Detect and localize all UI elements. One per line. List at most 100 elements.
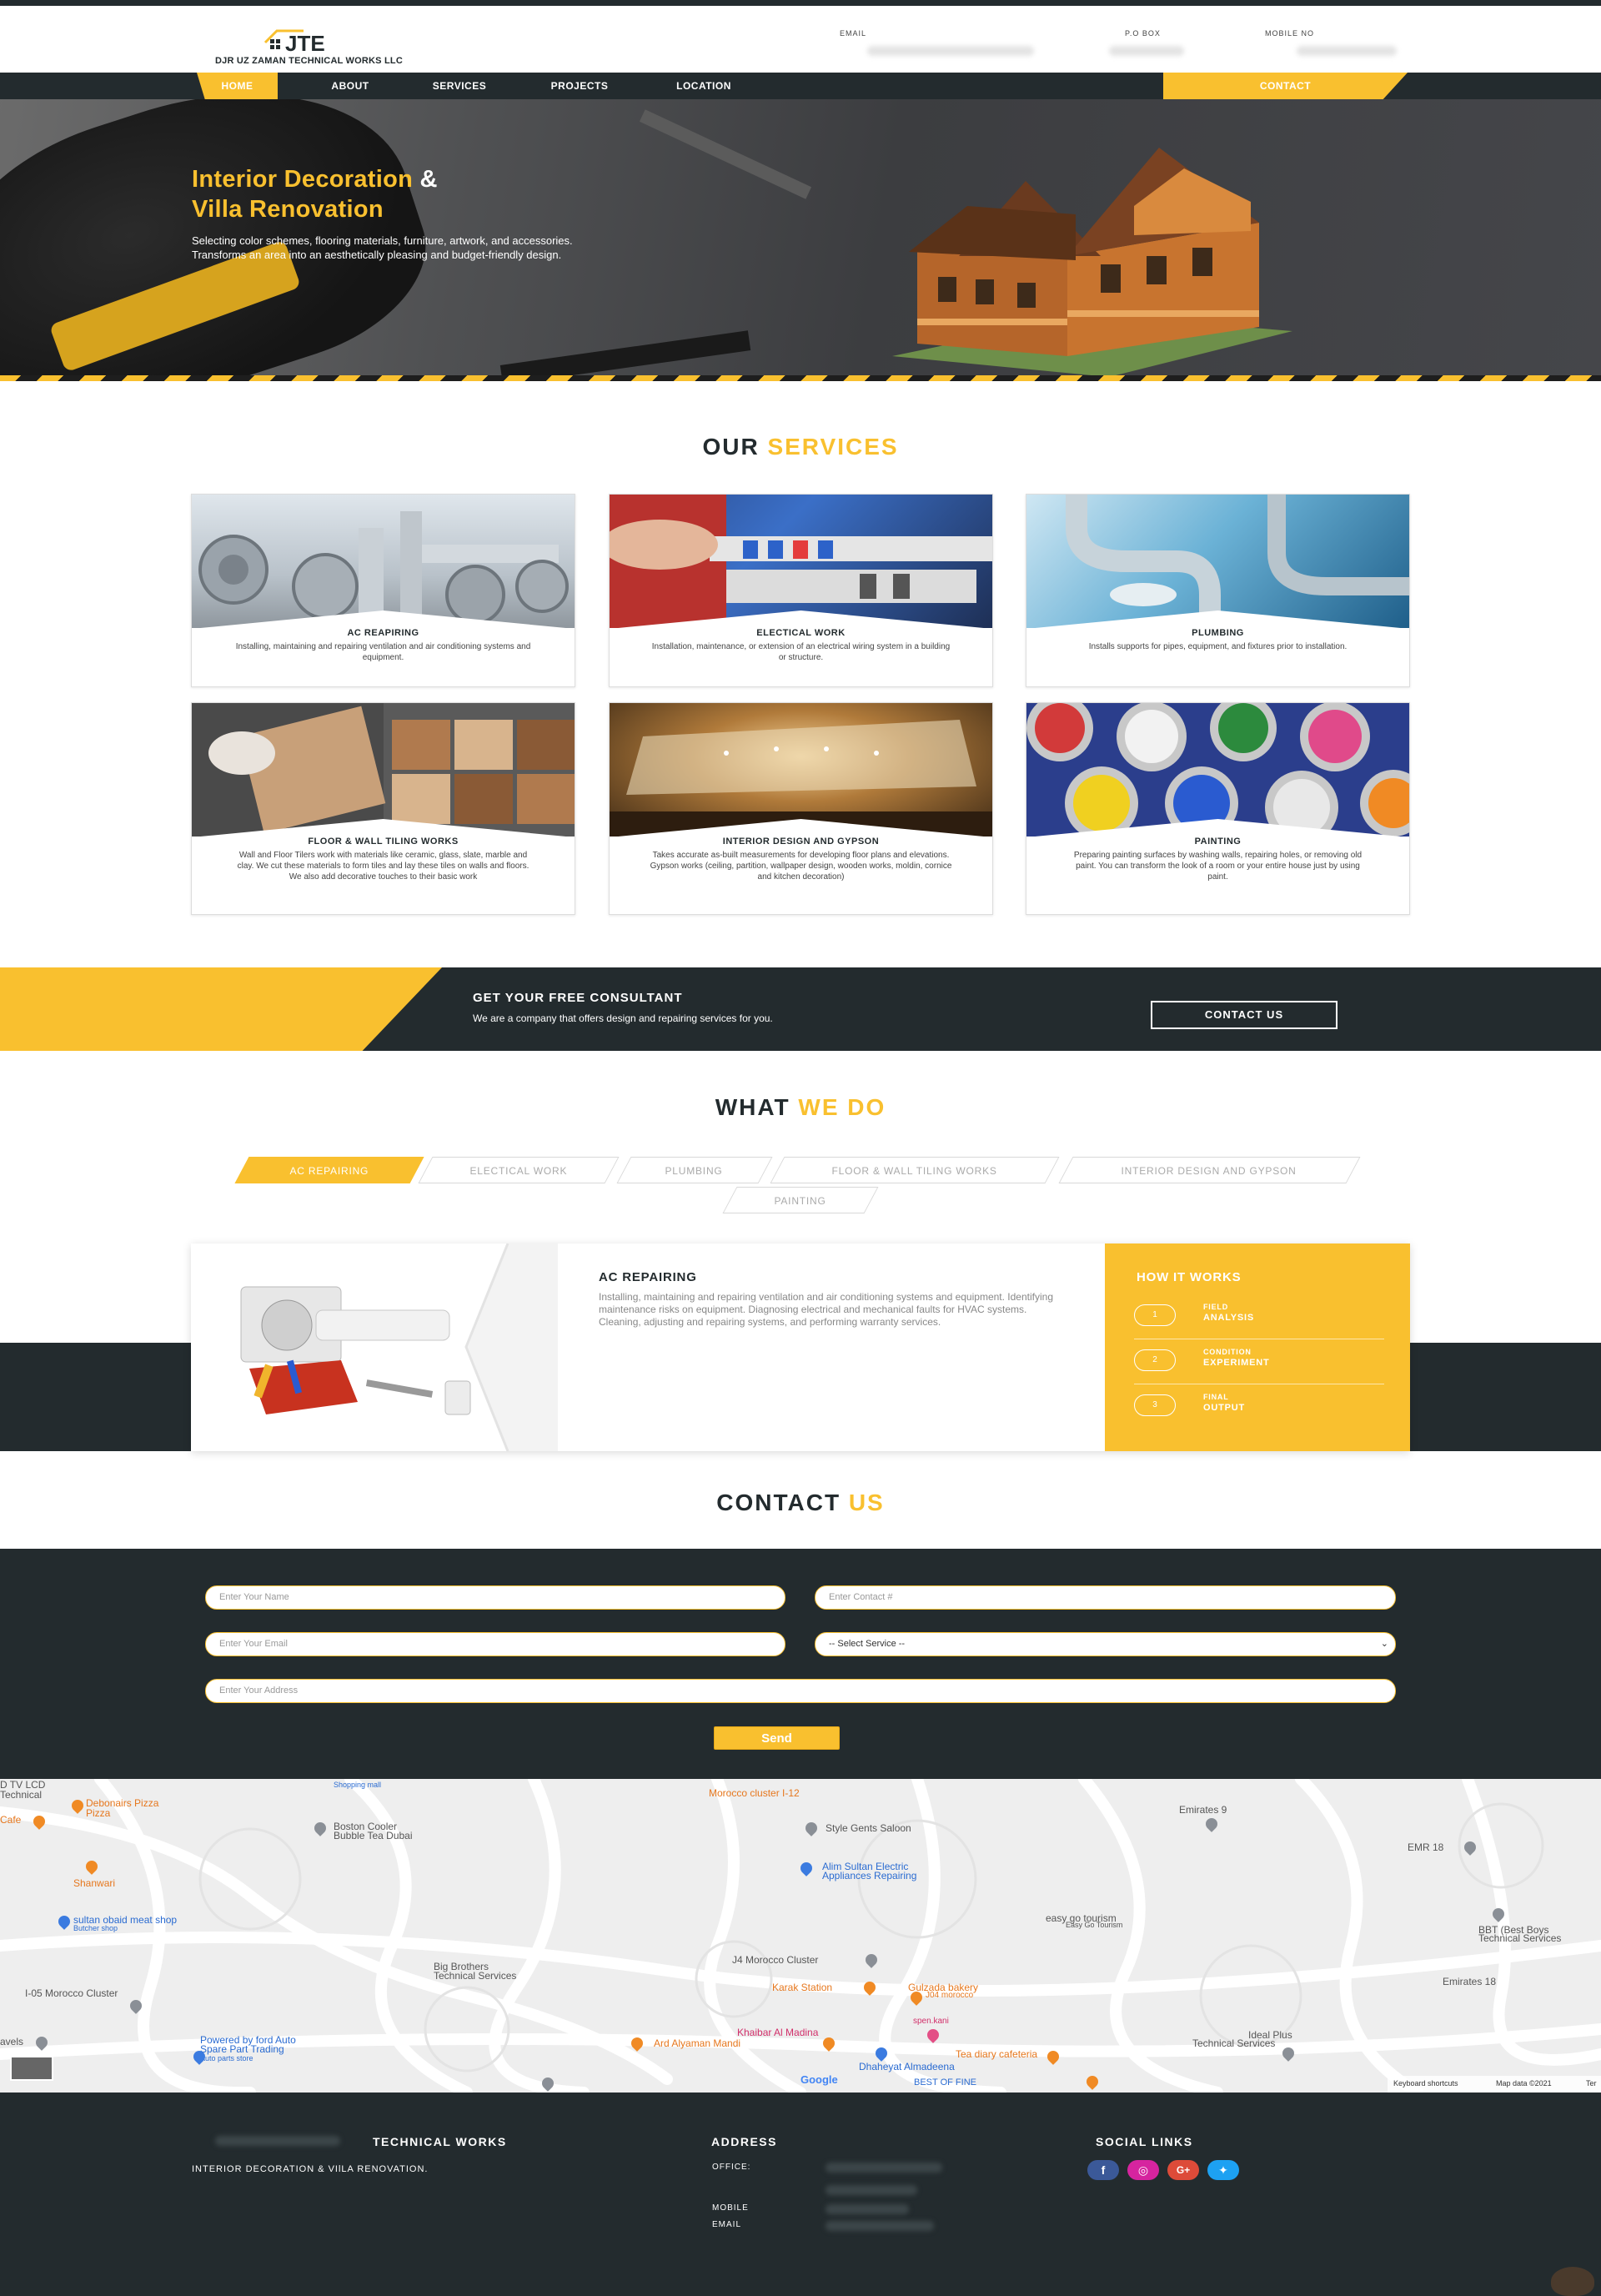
- hero-subtitle: Selecting color schemes, flooring materi…: [192, 234, 809, 262]
- service-card-ac[interactable]: AC REAPIRING Installing, maintaining and…: [191, 494, 575, 687]
- hero-banner: Interior Decoration & Villa Renovation S…: [0, 73, 1601, 381]
- svg-text:JTE: JTE: [285, 31, 325, 56]
- services-title: OUR SERVICES: [0, 434, 1601, 460]
- email-input[interactable]: Enter Your Email: [205, 1632, 785, 1656]
- card-text: Installing, maintaining and repairing ve…: [235, 642, 531, 662]
- map-place-label: Dhaheyat Almadeena: [859, 2061, 955, 2072]
- map-place-label: Emirates 9: [1179, 1804, 1227, 1816]
- location-map[interactable]: D TV LCD Technical Debonairs Pizza Pizza…: [0, 1779, 1601, 2093]
- consultant-accent: [0, 967, 442, 1051]
- mobile-value-blurred: [1297, 46, 1397, 56]
- hero-tool-image: [499, 330, 751, 381]
- map-place-label: BEST OF FINE: [914, 2077, 976, 2088]
- map-keyboard-shortcuts[interactable]: Keyboard shortcuts: [1393, 2079, 1458, 2088]
- card-title: AC REAPIRING: [347, 628, 419, 638]
- step-item: 3 FINAL OUTPUT: [1134, 1388, 1384, 1429]
- map-place-label: Technical Services: [434, 1970, 517, 1982]
- ac-image: [192, 495, 575, 628]
- service-card-painting[interactable]: PAINTING Preparing painting surfaces by …: [1026, 702, 1410, 915]
- send-button[interactable]: Send: [714, 1726, 840, 1750]
- service-select-value: -- Select Service --: [829, 1639, 906, 1649]
- step-item: 2 CONDITION EXPERIMENT: [1134, 1343, 1384, 1384]
- map-place-label: avels: [0, 2036, 24, 2047]
- step-label-2: OUTPUT: [1203, 1403, 1246, 1413]
- hero-villa-image: [892, 148, 1292, 377]
- contact-us-button[interactable]: CONTACT US: [1151, 1001, 1338, 1029]
- address-input[interactable]: Enter Your Address: [205, 1679, 1396, 1703]
- service-card-electrical[interactable]: ELECTICAL WORK Installation, maintenance…: [609, 494, 993, 687]
- electrical-image: [610, 495, 992, 628]
- map-place-label: spen.kani: [913, 2017, 949, 2026]
- tab-plumbing[interactable]: PLUMBING: [616, 1157, 773, 1183]
- service-card-plumbing[interactable]: PLUMBING Installs supports for pipes, eq…: [1026, 494, 1410, 687]
- step-label-1: FINAL: [1203, 1393, 1229, 1401]
- card-text: Installs supports for pipes, equipment, …: [1088, 642, 1348, 651]
- nav-contact[interactable]: CONTACT: [1163, 73, 1408, 99]
- tab-label: PAINTING: [774, 1195, 826, 1207]
- tab-ac-repairing[interactable]: AC REPAIRING: [234, 1157, 424, 1183]
- tab-label: PLUMBING: [665, 1165, 723, 1177]
- map-place-label: Auto parts store: [200, 2054, 253, 2062]
- hero-title-line1: Interior Decoration: [192, 166, 414, 193]
- contact-title-a: CONTACT: [716, 1490, 841, 1515]
- map-place-label: Shopping mall: [334, 1781, 382, 1789]
- footer-office-blurred: [826, 2163, 942, 2173]
- twitter-icon[interactable]: ✦: [1207, 2160, 1239, 2180]
- footer-tagline: INTERIOR DECORATION & VIlLA RENOVATION.: [192, 2164, 429, 2174]
- email-label: EMAIL: [840, 29, 867, 38]
- facebook-icon[interactable]: f: [1087, 2160, 1119, 2180]
- nav-projects[interactable]: PROJECTS: [534, 73, 625, 99]
- logo-text: DJR UZ ZAMAN TECHNICAL WORKS LLC: [215, 56, 403, 66]
- tiling-image: [192, 703, 575, 837]
- nav-home[interactable]: HOME: [197, 73, 278, 99]
- consultant-subtitle: We are a company that offers design and …: [473, 1012, 773, 1024]
- card-title: PAINTING: [1194, 837, 1242, 847]
- chat-widget-icon[interactable]: [1551, 2267, 1594, 2296]
- map-place-label: Style Gents Saloon: [826, 1822, 911, 1834]
- map-place-label: Morocco cluster I-12: [709, 1787, 800, 1799]
- step-item: 1 FIELD ANALYSIS: [1134, 1298, 1384, 1339]
- nav-location[interactable]: LOCATION: [657, 73, 750, 99]
- map-place-label: Bubble Tea Dubai: [334, 1830, 413, 1841]
- hero-title-line2: Villa Renovation: [192, 196, 384, 223]
- contact-title: CONTACT US: [0, 1490, 1601, 1516]
- name-input[interactable]: Enter Your Name: [205, 1585, 785, 1610]
- card-text: Wall and Floor Tilers work with material…: [237, 851, 529, 882]
- map-place-label: Technical: [0, 1789, 43, 1801]
- pobox-value-blurred: [1109, 46, 1184, 56]
- card-title: INTERIOR DESIGN AND GYPSON: [722, 837, 880, 847]
- site-logo[interactable]: JTE DJR UZ ZAMAN TECHNICAL WORKS LLC: [215, 28, 403, 69]
- site-header: JTE DJR UZ ZAMAN TECHNICAL WORKS LLC EMA…: [0, 6, 1601, 73]
- step-label-2: ANALYSIS: [1203, 1313, 1255, 1323]
- tab-interior-design[interactable]: INTERIOR DESIGN AND GYPSON: [1058, 1157, 1361, 1183]
- detail-title: AC REPAIRING: [599, 1270, 697, 1284]
- plumbing-image: [1026, 495, 1409, 628]
- map-satellite-thumbnail[interactable]: [10, 2056, 53, 2081]
- map-place-label: Technical Services: [1478, 1932, 1562, 1944]
- contact-number-input[interactable]: Enter Contact #: [815, 1585, 1396, 1610]
- tab-electrical-work[interactable]: ELECTICAL WORK: [418, 1157, 620, 1183]
- step-number: 3: [1134, 1394, 1176, 1416]
- map-place-label: Spare Part Trading: [200, 2043, 284, 2055]
- map-place-label: EMR 18: [1408, 1841, 1444, 1853]
- service-card-tiling[interactable]: FLOOR & WALL TILING WORKS Wall and Floor…: [191, 702, 575, 915]
- consultant-banner: GET YOUR FREE CONSULTANT We are a compan…: [0, 967, 1601, 1051]
- contact-title-b: US: [848, 1490, 885, 1515]
- map-place-label: J4 Morocco Cluster: [732, 1954, 819, 1966]
- nav-services[interactable]: SERVICES: [415, 73, 504, 99]
- service-select[interactable]: -- Select Service -- ⌄: [815, 1632, 1396, 1656]
- hero-title-amp: &: [419, 166, 438, 193]
- interior-image: [610, 703, 992, 837]
- tab-tiling[interactable]: FLOOR & WALL TILING WORKS: [770, 1157, 1060, 1183]
- map-data-credit: Map data ©2021: [1496, 2079, 1552, 2088]
- instagram-icon[interactable]: ◎: [1127, 2160, 1159, 2180]
- map-terms[interactable]: Ter: [1586, 2079, 1597, 2088]
- top-strip: [0, 0, 1601, 6]
- nav-about[interactable]: ABOUT: [315, 73, 385, 99]
- step-label-2: EXPERIMENT: [1203, 1358, 1270, 1368]
- service-card-interior[interactable]: INTERIOR DESIGN AND GYPSON Takes accurat…: [609, 702, 993, 915]
- google-plus-icon[interactable]: G+: [1167, 2160, 1199, 2180]
- map-place-label: Appliances Repairing: [822, 1870, 917, 1882]
- tab-painting[interactable]: PAINTING: [722, 1187, 879, 1213]
- services-title-b: SERVICES: [767, 434, 899, 460]
